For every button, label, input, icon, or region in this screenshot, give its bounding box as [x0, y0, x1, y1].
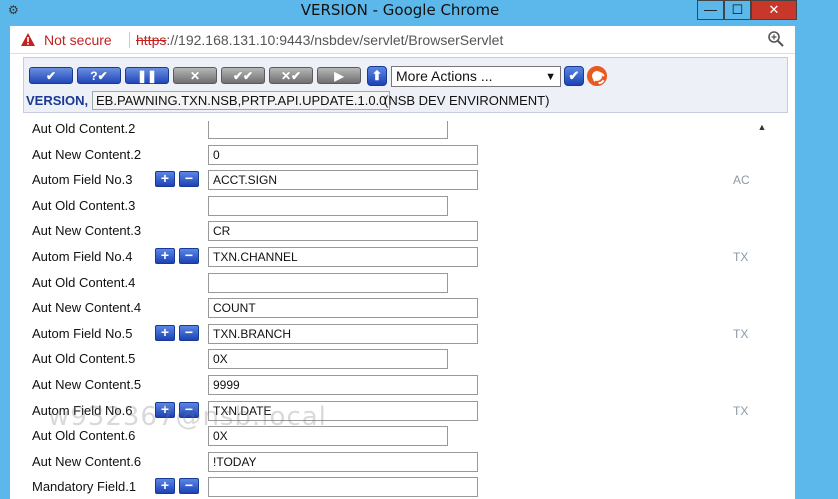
field-input[interactable]: ACCT.SIGN: [208, 170, 478, 191]
authorise-button[interactable]: ✔✔: [221, 67, 265, 84]
url-path: ://192.168.131.10:9443/nsbdev/servlet/Br…: [166, 32, 504, 48]
field-input[interactable]: [208, 121, 448, 139]
field-label: Autom Field No.5: [32, 325, 133, 341]
field-input[interactable]: TXN.BRANCH: [208, 323, 478, 344]
form-row: Aut New Content.5 9999: [23, 373, 766, 398]
remove-field-button[interactable]: −: [179, 248, 199, 264]
remove-field-button[interactable]: −: [179, 171, 199, 188]
title-bar: ⚙ VERSION - Google Chrome — ☐ ✕: [0, 0, 838, 22]
chevron-down-icon: ▼: [545, 71, 556, 83]
field-input[interactable]: [208, 477, 478, 498]
field-label: Aut New Content.5: [32, 377, 142, 392]
validate-button[interactable]: ?✔: [77, 67, 121, 84]
form-row: Aut Old Content.3: [23, 194, 766, 219]
field-input[interactable]: 9999: [208, 375, 478, 395]
form-row: Autom Field No.3 + − ACCT.SIGN AC: [23, 168, 766, 193]
field-label: Aut New Content.3: [32, 223, 142, 239]
form-row: Aut New Content.4 COUNT: [23, 296, 766, 321]
window-title: VERSION - Google Chrome: [300, 1, 500, 19]
form-row: Aut Old Content.5 0X: [23, 347, 766, 372]
field-label: Aut Old Content.5: [32, 351, 136, 367]
field-input[interactable]: [208, 195, 448, 216]
add-field-button[interactable]: +: [155, 171, 175, 188]
field-reference: TX: [733, 326, 749, 341]
next-button[interactable]: ▶: [317, 67, 361, 84]
field-label: Mandatory Field.1: [32, 479, 137, 495]
field-input[interactable]: 0: [208, 144, 478, 165]
close-button[interactable]: ✕: [751, 0, 797, 20]
field-label: Aut Old Content.4: [32, 274, 136, 290]
address-bar[interactable]: Not secure https://192.168.131.10:9443/n…: [10, 26, 795, 54]
address-separator: [129, 32, 130, 48]
field-input[interactable]: 0X: [208, 349, 448, 370]
form-row: Autom Field No.5 + − TXN.BRANCH TX: [23, 322, 766, 347]
more-actions-select[interactable]: More Actions ... ▼: [391, 66, 561, 87]
user-watermark: w932367@nsb.local: [48, 402, 327, 432]
version-name: EB.PAWNING.TXN.NSB,PRTP.API.UPDATE.1.0.0: [92, 91, 391, 110]
field-reference: TX: [733, 250, 749, 264]
field-input[interactable]: !TODAY: [208, 451, 478, 472]
commit-button[interactable]: ✔: [29, 67, 73, 84]
more-actions-value: More Actions ...: [396, 68, 493, 84]
version-label: VERSION,: [26, 93, 89, 108]
field-label: Aut New Content.6: [32, 453, 142, 469]
field-reference: TX: [733, 403, 749, 418]
field-label: Aut New Content.2: [32, 146, 142, 162]
form-row: Aut New Content.2 0: [23, 143, 766, 168]
warning-triangle-icon: [21, 33, 35, 46]
form-row: Aut New Content.3 CR: [23, 219, 766, 244]
add-field-button[interactable]: +: [155, 248, 175, 264]
add-field-button[interactable]: +: [155, 324, 175, 341]
field-label: Aut New Content.4: [32, 300, 142, 316]
field-reference: AC: [733, 173, 750, 188]
add-field-button[interactable]: +: [155, 478, 175, 495]
field-input[interactable]: COUNT: [208, 298, 478, 319]
form-row: Mandatory Field.1 + −: [23, 475, 766, 499]
field-input[interactable]: CR: [208, 221, 478, 242]
maximize-button[interactable]: ☐: [724, 0, 751, 20]
form-row: Aut Old Content.2: [23, 121, 766, 142]
environment-label: (NSB DEV ENVIRONMENT): [384, 93, 550, 108]
reverse-button[interactable]: ✕✔: [269, 67, 313, 84]
field-input[interactable]: TXN.CHANNEL: [208, 247, 478, 267]
toolbar-panel: ✔ ?✔ ❚❚ ✕ ✔✔ ✕✔ ▶ ⬆ More Actions ... ▼ ✔…: [23, 57, 788, 113]
field-input[interactable]: [208, 272, 448, 293]
page-content: ✔ ?✔ ❚❚ ✕ ✔✔ ✕✔ ▶ ⬆ More Actions ... ▼ ✔…: [10, 54, 795, 499]
field-label: Autom Field No.3: [32, 172, 133, 188]
hold-button[interactable]: ❚❚: [125, 67, 169, 84]
field-label: Aut Old Content.2: [32, 121, 136, 136]
field-label: Aut Old Content.3: [32, 197, 136, 213]
form-row: Aut New Content.6 !TODAY: [23, 450, 766, 475]
form-area: Aut Old Content.2 Aut New Content.2 0 Autom…: [23, 121, 766, 499]
remove-field-button[interactable]: −: [179, 478, 199, 495]
go-button[interactable]: ✔: [564, 66, 584, 86]
security-status[interactable]: Not secure: [44, 32, 112, 48]
up-arrow-icon[interactable]: ⬆: [367, 66, 387, 86]
form-row: Autom Field No.4 + − TXN.CHANNEL TX: [23, 245, 766, 270]
url-scheme: https: [136, 32, 167, 48]
minimize-button[interactable]: —: [697, 0, 724, 20]
delete-button[interactable]: ✕: [173, 67, 217, 84]
url-text[interactable]: https://192.168.131.10:9443/nsbdev/servl…: [136, 32, 503, 48]
browser-window: ⚙ VERSION - Google Chrome — ☐ ✕ Not secu…: [0, 0, 838, 499]
lifebuoy-icon[interactable]: [587, 66, 607, 86]
field-label: Autom Field No.4: [32, 249, 133, 264]
form-row: Aut Old Content.4: [23, 271, 766, 296]
remove-field-button[interactable]: −: [179, 324, 199, 341]
magnifier-icon[interactable]: [767, 30, 785, 48]
